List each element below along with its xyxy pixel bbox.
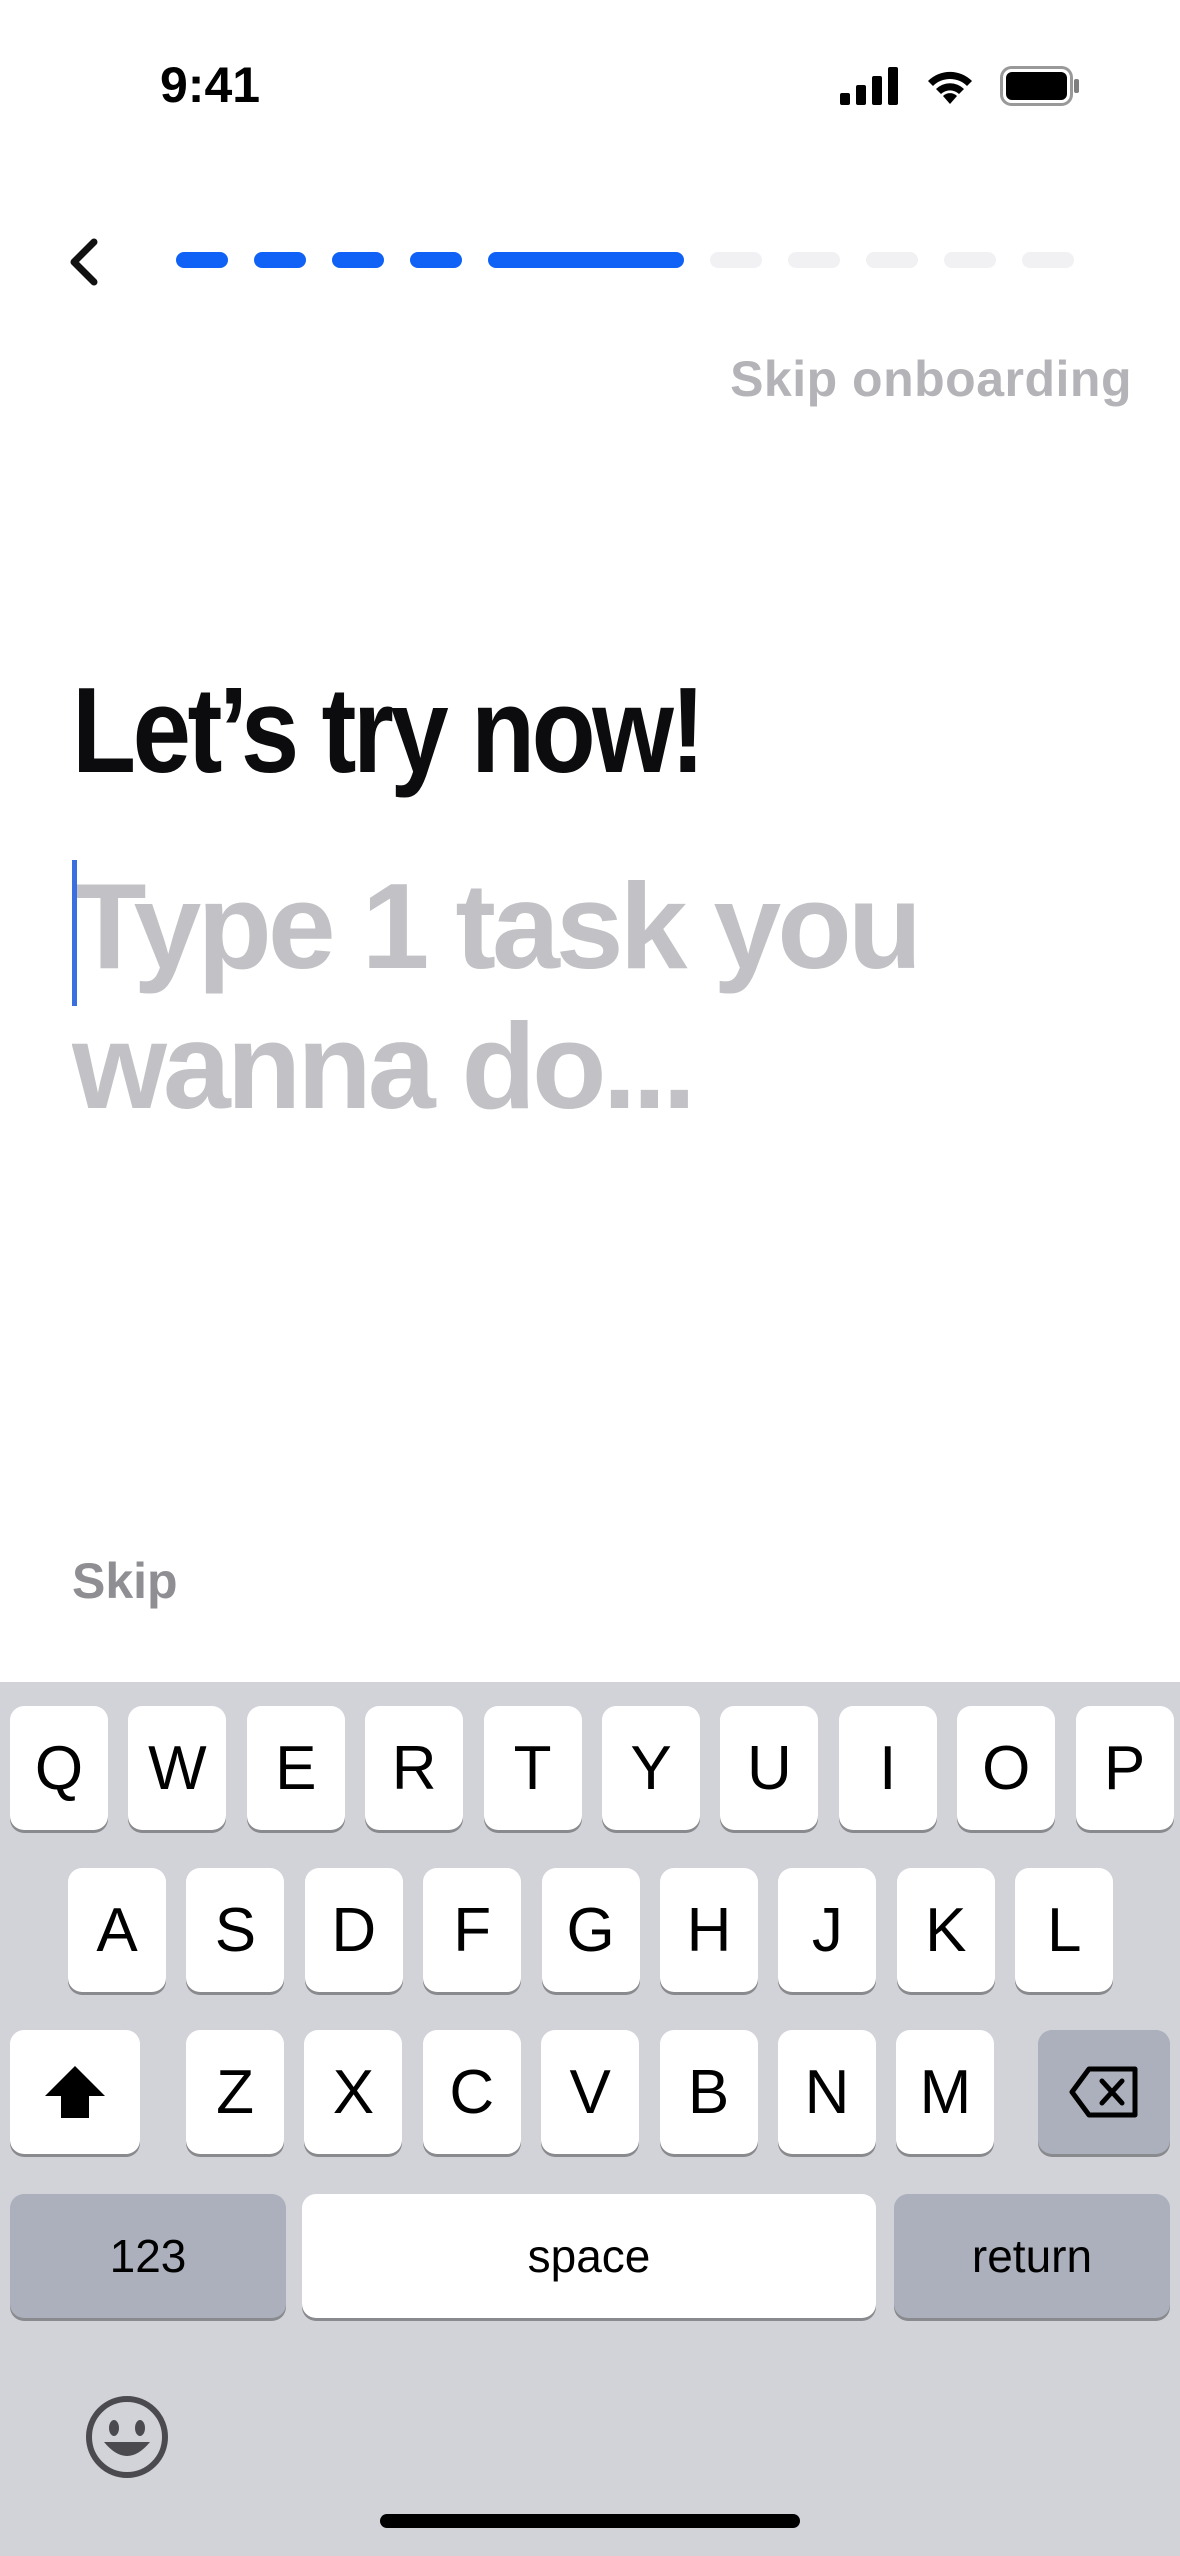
key-z[interactable]: Z: [186, 2030, 284, 2154]
cellular-signal-icon: [840, 67, 898, 105]
key-x[interactable]: X: [304, 2030, 403, 2154]
key-y[interactable]: Y: [602, 1706, 700, 1830]
key-r[interactable]: R: [365, 1706, 464, 1830]
key-t[interactable]: T: [483, 1706, 582, 1830]
key-l[interactable]: L: [1015, 1868, 1114, 1992]
progress-step: [788, 252, 840, 268]
key-e[interactable]: E: [246, 1706, 345, 1830]
onboarding-header: [0, 220, 1180, 300]
status-bar: 9:41: [0, 0, 1180, 170]
key-a[interactable]: A: [68, 1868, 166, 1992]
key-p[interactable]: P: [1075, 1706, 1174, 1830]
key-w[interactable]: W: [128, 1706, 227, 1830]
key-j[interactable]: J: [778, 1868, 877, 1992]
status-icons: [840, 66, 1080, 106]
task-input-container: [72, 856, 1072, 1136]
emoji-button[interactable]: [82, 2392, 172, 2482]
key-b[interactable]: B: [659, 2030, 758, 2154]
key-c[interactable]: C: [422, 2030, 521, 2154]
battery-icon: [1000, 66, 1079, 106]
progress-step-current: [488, 252, 684, 268]
progress-step: [1022, 252, 1074, 268]
wifi-icon: [928, 71, 972, 104]
key-o[interactable]: O: [957, 1706, 1056, 1830]
task-input[interactable]: [72, 856, 1072, 1136]
key-i[interactable]: I: [838, 1706, 937, 1830]
delete-key[interactable]: [1038, 2030, 1170, 2154]
key-h[interactable]: H: [660, 1868, 758, 1992]
delete-icon: [1069, 2066, 1138, 2118]
progress-step: [866, 252, 918, 268]
shift-key[interactable]: [10, 2030, 140, 2154]
progress-step: [710, 252, 762, 268]
progress-step: [254, 252, 306, 268]
key-q[interactable]: Q: [10, 1706, 108, 1830]
status-time: 9:41: [160, 57, 261, 113]
progress-step: [944, 252, 996, 268]
numbers-key[interactable]: 123: [10, 2194, 286, 2318]
key-g[interactable]: G: [541, 1868, 640, 1992]
key-m[interactable]: M: [896, 2030, 995, 2154]
return-key[interactable]: return: [894, 2194, 1170, 2318]
page-title: Let’s try now!: [72, 662, 705, 798]
space-key[interactable]: space: [302, 2194, 876, 2318]
progress-step: [176, 252, 228, 268]
key-f[interactable]: F: [423, 1868, 522, 1992]
text-cursor: [72, 860, 77, 1006]
skip-button[interactable]: Skip: [72, 1552, 178, 1610]
shift-icon: [45, 2066, 105, 2118]
progress-step: [332, 252, 384, 268]
progress-step: [410, 252, 462, 268]
emoji-icon: [86, 2396, 168, 2478]
key-v[interactable]: V: [541, 2030, 640, 2154]
home-indicator: [380, 2514, 800, 2528]
key-u[interactable]: U: [720, 1706, 819, 1830]
skip-onboarding-button[interactable]: Skip onboarding: [730, 350, 1132, 408]
key-n[interactable]: N: [778, 2030, 876, 2154]
key-s[interactable]: S: [186, 1868, 285, 1992]
chevron-left-icon: [70, 238, 98, 286]
back-button[interactable]: [54, 232, 114, 292]
on-screen-keyboard: 123 space return QWERTYUIOP ASDFGHJKL ZXCV…: [0, 1682, 1180, 2556]
key-k[interactable]: K: [896, 1868, 995, 1992]
key-d[interactable]: D: [304, 1868, 403, 1992]
